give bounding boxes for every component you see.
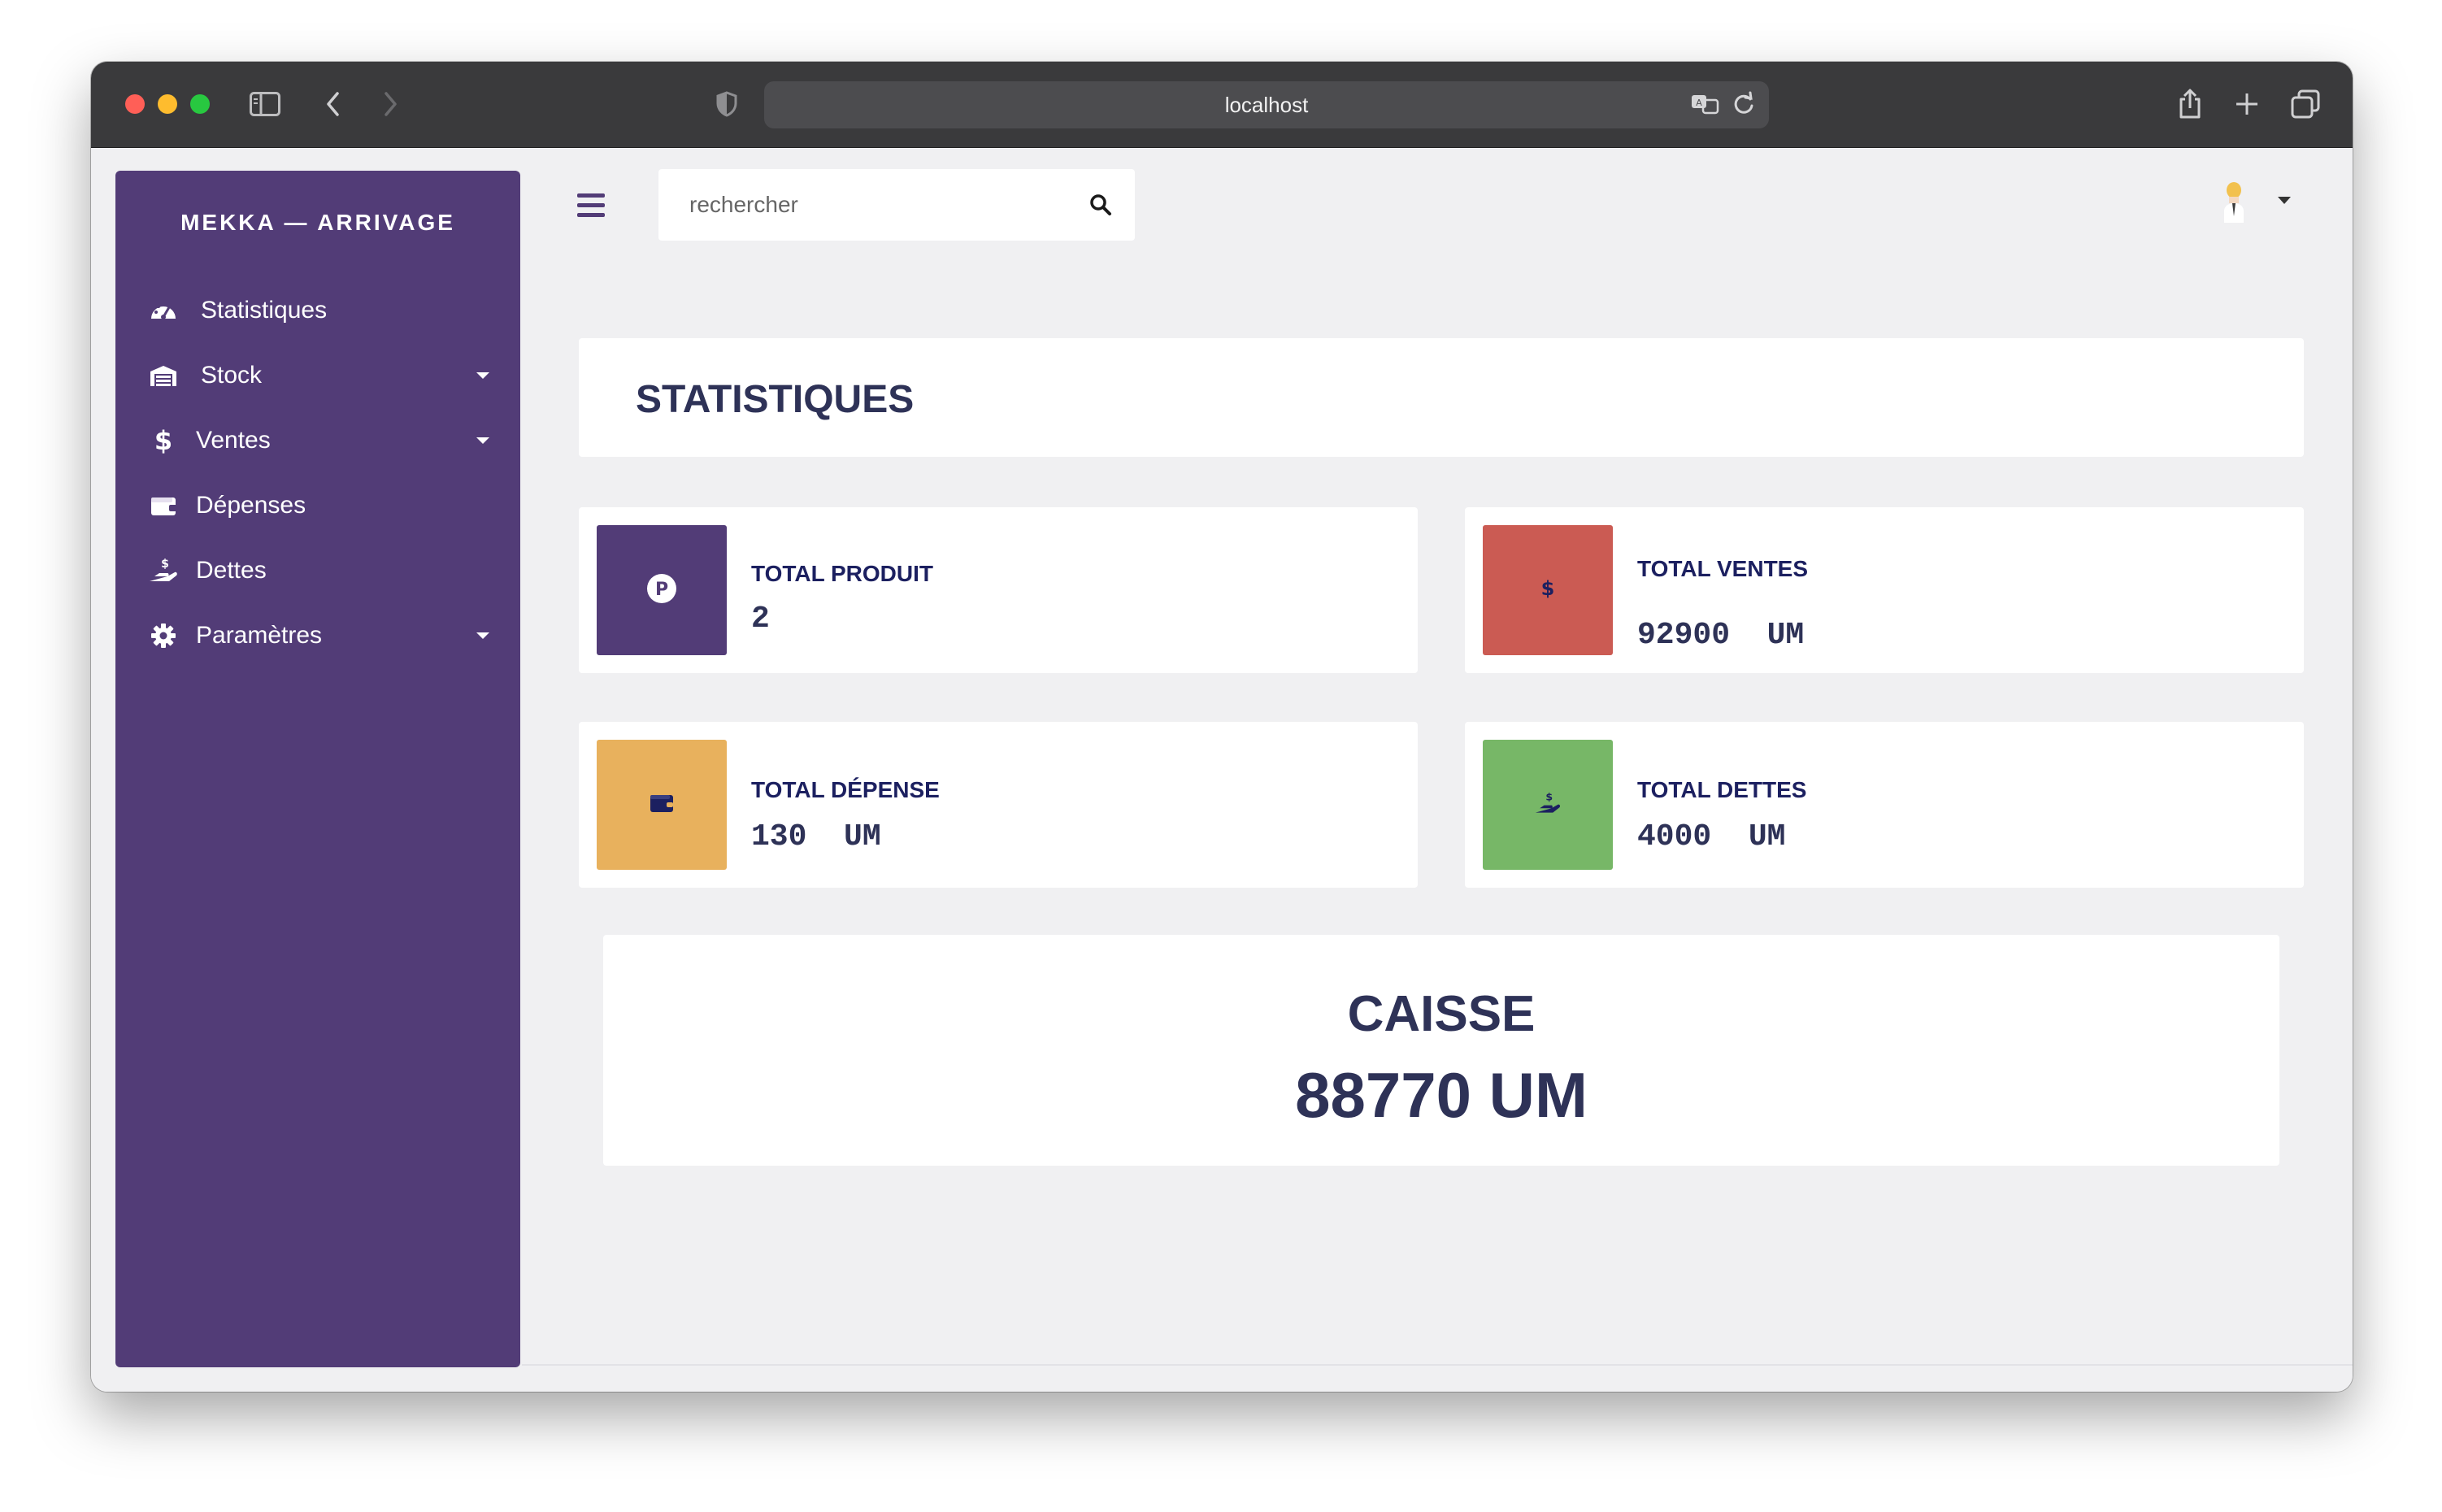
gear-icon — [148, 621, 179, 650]
sidebar-menu: Statistiques Stock $ Ventes Dépenses $ D… — [115, 278, 520, 668]
chevron-down-icon — [476, 632, 489, 639]
caisse-value: 88770 UM — [1295, 1059, 1588, 1131]
dollar-icon: $ — [1540, 576, 1556, 605]
chevron-down-icon — [476, 372, 489, 379]
stat-value: 92900 UM — [1637, 618, 1805, 653]
forward-icon[interactable] — [372, 86, 408, 122]
new-tab-icon[interactable] — [2229, 86, 2265, 122]
sidebar-item-label: Stock — [201, 362, 263, 389]
sidebar: MEKKA — ARRIVAGE Statistiques Stock $ Ve… — [115, 171, 520, 1367]
stat-icon-box: $ — [1483, 525, 1613, 655]
wallet-icon — [650, 793, 674, 818]
chevron-down-icon — [476, 437, 489, 444]
stat-icon-box — [597, 740, 727, 870]
svg-text:A: A — [1696, 98, 1702, 108]
sidebar-item-stock[interactable]: Stock — [115, 343, 520, 408]
share-icon[interactable] — [2172, 86, 2208, 122]
svg-text:P: P — [655, 580, 668, 600]
reload-icon[interactable] — [1730, 88, 1758, 124]
translate-icon[interactable]: A — [1689, 88, 1722, 124]
stat-value: 130 UM — [751, 819, 881, 854]
address-bar[interactable]: localhost A — [764, 81, 1769, 128]
hand-holding-dollar-icon: $ — [148, 556, 179, 585]
stat-label: TOTAL PRODUIT — [751, 561, 933, 586]
search-box — [658, 169, 1135, 241]
caisse-title: CAISSE — [1347, 986, 1536, 1042]
hamburger-menu-icon[interactable] — [577, 193, 605, 218]
hand-holding-dollar-icon: $ — [1534, 790, 1562, 820]
shield-icon — [709, 86, 745, 122]
sidebar-toggle-icon[interactable] — [247, 86, 283, 122]
back-icon[interactable] — [315, 86, 351, 122]
stat-card-total-dettes: $ TOTAL DETTES 4000 UM — [1465, 722, 2304, 888]
stat-label: TOTAL DETTES — [1637, 777, 1807, 802]
tabs-overview-icon[interactable] — [2288, 86, 2323, 122]
user-avatar-icon[interactable] — [2219, 179, 2249, 224]
sidebar-item-label: Paramètres — [196, 622, 323, 649]
zoom-window-button[interactable] — [190, 94, 210, 114]
stat-value: 2 — [751, 602, 770, 637]
caisse-card: CAISSE 88770 UM — [603, 935, 2279, 1166]
stat-icon-box: $ — [1483, 740, 1613, 870]
wallet-icon — [148, 491, 179, 520]
browser-titlebar: localhost A — [91, 62, 2353, 148]
sidebar-item-parametres[interactable]: Paramètres — [115, 603, 520, 668]
url-text: localhost — [1224, 92, 1309, 117]
svg-text:$: $ — [161, 558, 169, 571]
sidebar-item-label: Dépenses — [196, 492, 306, 519]
sidebar-item-dettes[interactable]: $ Dettes — [115, 538, 520, 603]
svg-text:$: $ — [155, 427, 172, 454]
sidebar-item-ventes[interactable]: $ Ventes — [115, 408, 520, 473]
page-title: STATISTIQUES — [636, 378, 915, 421]
browser-window: localhost A MEKKA — ARRIVAGE Statistique… — [91, 62, 2353, 1392]
stat-icon-box: P — [597, 525, 727, 655]
sidebar-item-label: Dettes — [196, 557, 267, 584]
stat-card-total-ventes: $ TOTAL VENTES 92900 UM — [1465, 507, 2304, 673]
svg-text:$: $ — [1541, 577, 1555, 600]
footer-divider — [522, 1364, 2353, 1366]
stat-label: TOTAL DÉPENSE — [751, 777, 940, 802]
stat-card-total-depense: TOTAL DÉPENSE 130 UM — [579, 722, 1418, 888]
sidebar-item-label: Statistiques — [201, 297, 328, 324]
brand-title[interactable]: MEKKA — ARRIVAGE — [115, 210, 520, 236]
warehouse-icon — [148, 361, 179, 390]
page-content: MEKKA — ARRIVAGE Statistiques Stock $ Ve… — [91, 148, 2353, 1392]
page-title-card: STATISTIQUES — [579, 338, 2304, 457]
sidebar-item-statistiques[interactable]: Statistiques — [115, 278, 520, 343]
stat-value: 4000 UM — [1637, 819, 1786, 854]
sidebar-item-depenses[interactable]: Dépenses — [115, 473, 520, 538]
sidebar-item-label: Ventes — [196, 427, 271, 454]
svg-text:$: $ — [1545, 790, 1553, 802]
search-icon[interactable] — [1083, 187, 1119, 223]
dashboard-icon — [148, 296, 179, 325]
product-p-icon: P — [645, 572, 678, 609]
search-input[interactable] — [689, 187, 1063, 223]
stat-label: TOTAL VENTES — [1637, 556, 1809, 581]
minimize-window-button[interactable] — [158, 94, 177, 114]
dollar-icon: $ — [148, 426, 179, 455]
user-menu-chevron-down-icon[interactable] — [2278, 197, 2291, 204]
close-window-button[interactable] — [125, 94, 145, 114]
stat-card-total-produit: P TOTAL PRODUIT 2 — [579, 507, 1418, 673]
